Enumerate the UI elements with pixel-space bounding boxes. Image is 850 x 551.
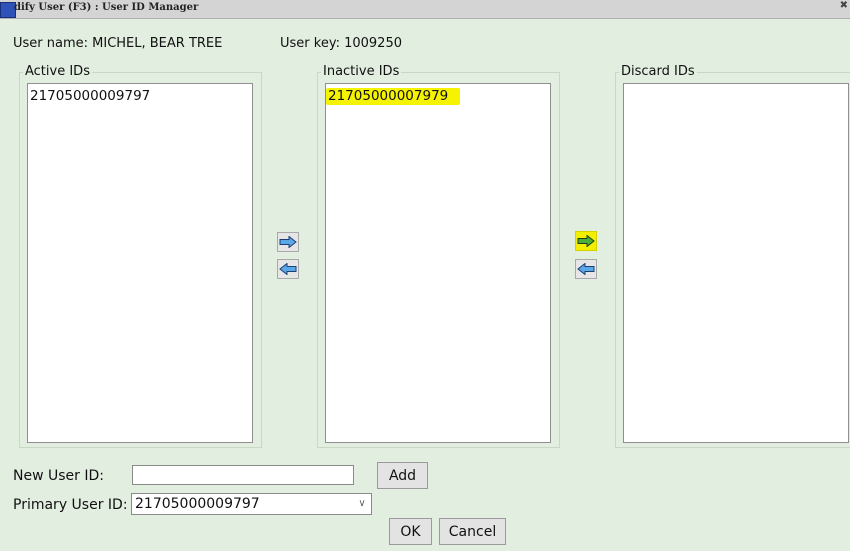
arrow-left-icon — [279, 263, 297, 275]
arrow-left-icon — [577, 263, 595, 275]
primary-user-id-value: 21705000009797 — [135, 496, 260, 512]
add-button[interactable]: Add — [377, 462, 428, 489]
move-to-inactive-from-discard-button[interactable] — [575, 259, 597, 279]
new-user-id-label: New User ID: — [13, 468, 104, 484]
discard-ids-title: Discard IDs — [619, 64, 697, 79]
active-ids-title: Active IDs — [23, 64, 92, 79]
cancel-button[interactable]: Cancel — [439, 518, 506, 545]
primary-user-id-select[interactable]: 21705000009797 ∨ — [131, 493, 372, 515]
close-icon[interactable]: ✖ — [840, 0, 848, 11]
primary-user-id-label: Primary User ID: — [13, 497, 128, 513]
title-bar: dify User (F3) : User ID Manager ✖ — [0, 0, 850, 19]
discard-ids-list[interactable] — [623, 83, 849, 443]
window-title: dify User (F3) : User ID Manager — [14, 2, 199, 13]
ok-button[interactable]: OK — [389, 518, 432, 545]
active-ids-list[interactable]: 21705000009797 — [27, 83, 253, 443]
arrow-right-icon — [279, 236, 297, 248]
arrow-right-icon — [577, 235, 595, 247]
move-to-active-button[interactable] — [277, 259, 299, 279]
user-name-label: User name: MICHEL, BEAR TREE — [13, 36, 223, 51]
list-item[interactable]: 21705000007979 — [326, 88, 461, 105]
chevron-down-icon[interactable]: ∨ — [353, 494, 371, 514]
user-key-label: User key: 1009250 — [280, 36, 402, 51]
inactive-ids-list[interactable]: 21705000007979 — [325, 83, 551, 443]
move-to-discard-button[interactable] — [575, 231, 597, 251]
new-user-id-input[interactable] — [132, 465, 354, 485]
move-to-inactive-button[interactable] — [277, 232, 299, 252]
inactive-ids-title: Inactive IDs — [321, 64, 402, 79]
list-item[interactable]: 21705000009797 — [30, 88, 150, 104]
